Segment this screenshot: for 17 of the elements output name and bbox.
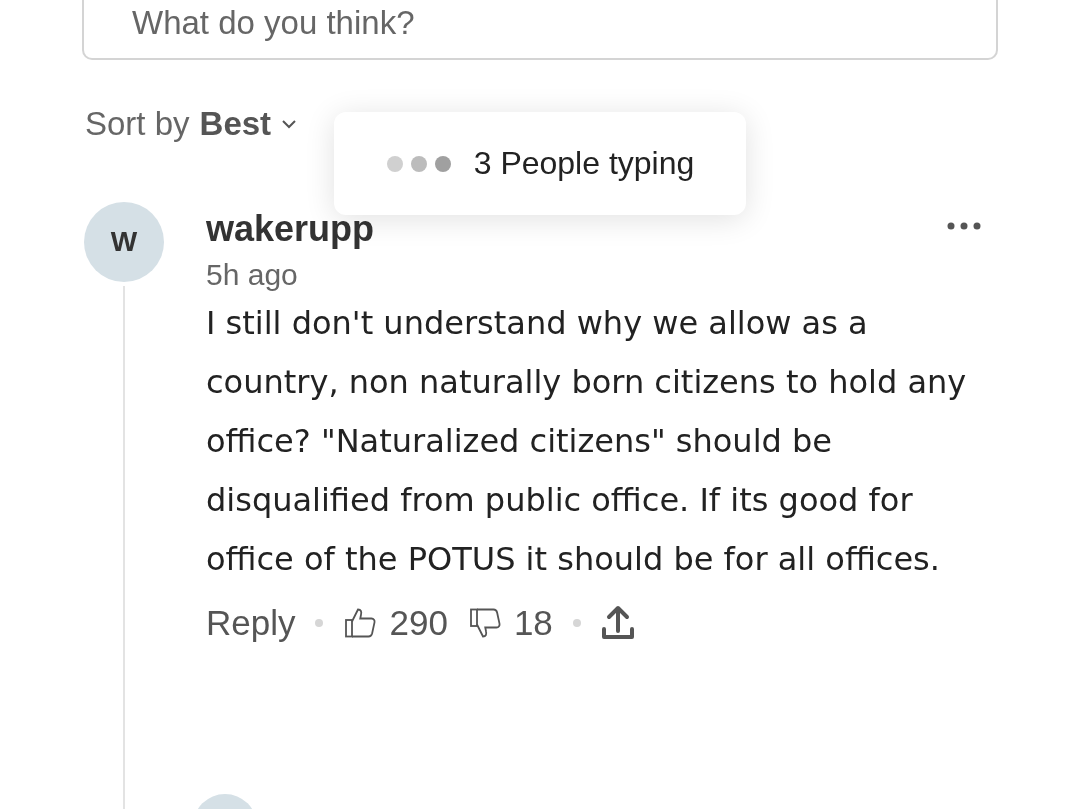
- user-avatar: W: [84, 202, 164, 282]
- share-button[interactable]: [600, 605, 635, 641]
- comment-time: 5h ago: [206, 258, 299, 292]
- separator-dot: [572, 619, 581, 627]
- reply-button[interactable]: Reply: [206, 603, 296, 643]
- chevron-down-icon: [281, 119, 298, 129]
- typing-dots-icon: [385, 154, 452, 173]
- username: wakerupp: [206, 208, 375, 250]
- comment-input-field[interactable]: What do you think?: [82, 0, 998, 60]
- typing-indicator-text: 3 People typing: [473, 145, 695, 182]
- sort-dropdown[interactable]: Best: [199, 105, 298, 143]
- separator-dot: [315, 619, 324, 627]
- sort-label: Sort by: [85, 105, 190, 143]
- comment-text: I still don't understand why we allow as a country, non naturally born citizens to hold any office? "Naturalized citizens" should be disqualified from public office. If its good for office of the POTUS it should be for all offices.: [206, 303, 968, 580]
- dislike-button[interactable]: 18: [467, 603, 553, 643]
- like-button[interactable]: 290: [343, 603, 448, 643]
- more-options-icon[interactable]: [947, 222, 981, 230]
